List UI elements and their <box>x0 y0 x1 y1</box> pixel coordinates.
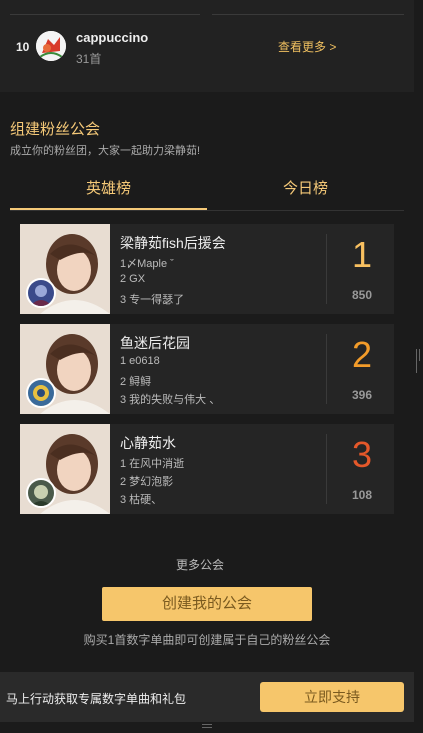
guild-score: 396 <box>351 388 373 402</box>
member-3: 3 枯硬、 <box>120 494 163 506</box>
divider <box>10 14 404 15</box>
divider <box>326 334 327 404</box>
rank-number: 10 <box>16 40 30 54</box>
divider <box>326 434 327 504</box>
guild-name: 梁静茹fish后援会 <box>120 235 226 251</box>
guild-badge-avatar <box>26 278 56 308</box>
guild-name: 心静茹水 <box>120 435 176 451</box>
guild-subtitle: 成立你的粉丝团，大家一起助力梁静茹! <box>10 145 201 157</box>
member-1: 1〆Maple ˇ <box>120 258 174 270</box>
guild-card[interactable]: 心静茹水 1 在风中消逝 2 梦幻泡影 3 枯硬、 3 108 <box>20 424 394 514</box>
resize-grip-icon[interactable] <box>202 724 212 730</box>
member-1: 1 在风中消逝 <box>120 458 185 470</box>
view-more-link[interactable]: 查看更多 > <box>278 38 336 55</box>
member-3: 3 我的失败与伟大 、 <box>120 394 221 406</box>
guild-badge-avatar <box>26 478 56 508</box>
scrollbar-grip-icon[interactable] <box>416 349 422 373</box>
member-3: 3 专一得瑟了 <box>120 294 185 306</box>
promo-text: 马上行动获取专属数字单曲和礼包 <box>6 692 187 706</box>
support-button[interactable]: 立即支持 <box>260 682 404 712</box>
create-guild-button[interactable]: 创建我的公会 <box>102 587 312 621</box>
guild-score: 850 <box>351 288 373 302</box>
user-name[interactable]: cappuccino <box>76 30 148 45</box>
create-guild-note: 购买1首数字单曲即可创建属于自己的粉丝公会 <box>83 633 331 647</box>
avatar[interactable] <box>36 31 66 61</box>
guild-rank: 3 <box>351 434 373 475</box>
guild-rank: 1 <box>351 234 373 275</box>
member-2: 2 GX <box>120 273 146 285</box>
more-guilds-link[interactable]: 更多公会 <box>0 556 400 573</box>
guild-tabs: 英雄榜 今日榜 <box>10 175 404 211</box>
song-count: 31首 <box>76 52 102 66</box>
member-2: 2 鲟鲟 <box>120 376 152 388</box>
guild-name: 鱼迷后花园 <box>120 335 190 351</box>
bottom-bar: 马上行动获取专属数字单曲和礼包 立即支持 <box>0 672 414 722</box>
tab-today[interactable]: 今日榜 <box>207 175 404 210</box>
top-rank-section: 10 cappuccino 31首 查看更多 > <box>0 0 414 92</box>
tab-heroes[interactable]: 英雄榜 <box>10 175 207 210</box>
guild-title: 组建粉丝公会 <box>10 121 101 138</box>
member-2: 2 梦幻泡影 <box>120 476 174 488</box>
guild-score: 108 <box>351 488 373 502</box>
guild-card[interactable]: 梁静茹fish后援会 1〆Maple ˇ 2 GX 3 专一得瑟了 1 850 <box>20 224 394 314</box>
guild-badge-avatar <box>26 378 56 408</box>
guild-card[interactable]: 鱼迷后花园 1 e0618 2 鲟鲟 3 我的失败与伟大 、 2 396 <box>20 324 394 414</box>
member-1: 1 e0618 <box>120 355 160 367</box>
divider <box>326 234 327 304</box>
guild-rank: 2 <box>351 334 373 375</box>
